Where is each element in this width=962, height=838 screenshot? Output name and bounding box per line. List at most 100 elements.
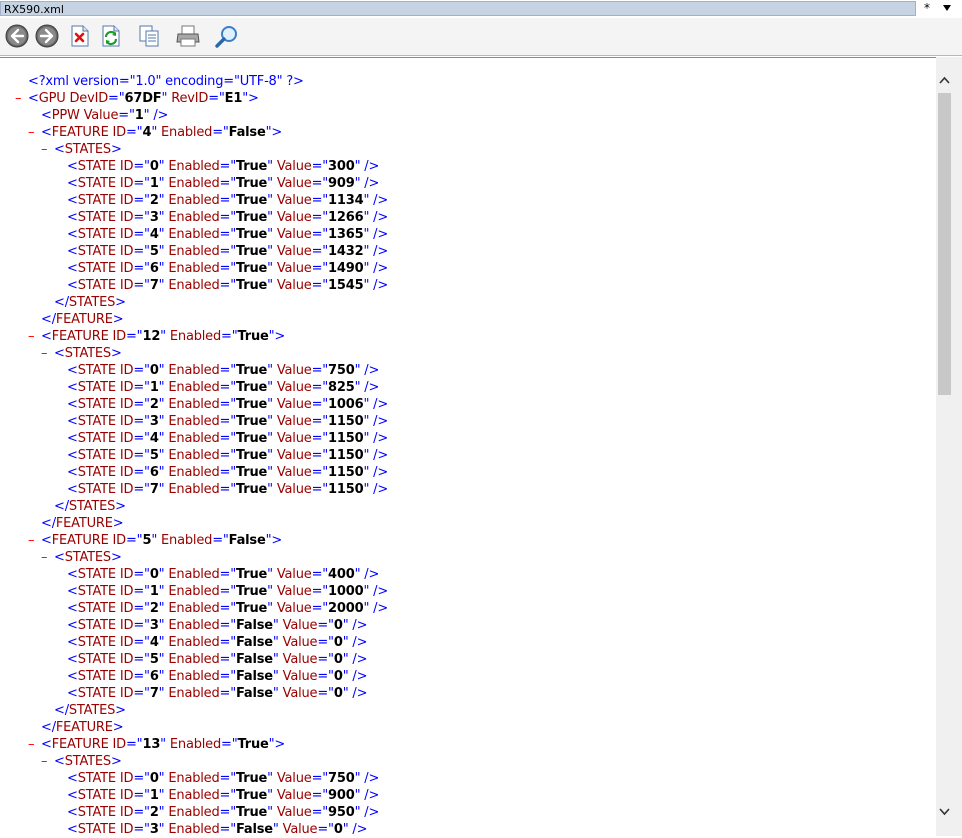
tag-bracket: /> <box>369 397 389 412</box>
collapse-toggle-icon[interactable]: – <box>41 549 54 566</box>
tag-bracket: /> <box>348 686 368 701</box>
printer-icon <box>176 25 200 47</box>
attribute-name: ID <box>115 159 134 174</box>
states-close-tag: </STATES> <box>41 294 126 311</box>
attribute-name: Value <box>278 652 318 667</box>
tag-bracket: > <box>274 737 286 752</box>
attribute-name: ID <box>115 210 134 225</box>
scroll-up-icon[interactable] <box>936 71 953 89</box>
copy-button[interactable] <box>137 24 163 50</box>
attribute-value: False <box>236 618 273 633</box>
tag-bracket: /> <box>360 788 380 803</box>
tag-name: STATES <box>68 499 116 514</box>
attribute-name: Enabled <box>164 618 220 633</box>
attribute-name: ID <box>115 261 134 276</box>
attribute-value: 4 <box>142 125 152 140</box>
attribute-value: True <box>237 737 269 752</box>
attribute-value: True <box>236 414 268 429</box>
attribute-value: True <box>236 193 268 208</box>
collapse-toggle-icon[interactable]: – <box>28 124 41 141</box>
tag-name: STATE <box>77 431 116 446</box>
tag-bracket: < <box>67 210 78 225</box>
print-button[interactable] <box>175 24 201 50</box>
attribute-equals: =" <box>219 805 237 820</box>
tag-bracket: /> <box>348 618 368 633</box>
title-controls[interactable]: * <box>918 1 962 16</box>
collapse-toggle-icon[interactable]: – <box>28 736 41 753</box>
tag-bracket: /> <box>369 244 389 259</box>
dropdown-arrow-icon[interactable] <box>943 5 951 11</box>
attribute-value: 1490 <box>328 261 364 276</box>
attribute-name: Enabled <box>164 482 220 497</box>
state-element: <STATE ID="0" Enabled="True" Value="400"… <box>54 566 379 583</box>
attribute-equals: =" <box>221 737 238 752</box>
scroll-down-icon[interactable] <box>936 803 953 821</box>
tag-name: STATE <box>77 618 116 633</box>
attribute-equals: =" <box>133 465 150 480</box>
tag-bracket: > <box>110 550 122 565</box>
attribute-value: 0 <box>149 363 159 378</box>
collapse-toggle-icon[interactable]: – <box>28 532 41 549</box>
attribute-value: 1 <box>149 788 159 803</box>
collapse-toggle-icon[interactable]: – <box>28 328 41 345</box>
attribute-name: ID <box>115 635 134 650</box>
attribute-name: ID <box>115 244 134 259</box>
find-button[interactable] <box>214 24 240 50</box>
attribute-value: 750 <box>328 363 355 378</box>
attribute-equals: =" <box>219 686 237 701</box>
tag-name: STATE <box>77 397 116 412</box>
collapse-toggle-icon[interactable]: – <box>41 141 54 158</box>
attribute-value: 1 <box>149 380 159 395</box>
attribute-equals: =" <box>219 652 237 667</box>
attribute-name: Value <box>272 261 312 276</box>
state-element: <STATE ID="6" Enabled="True" Value="1150… <box>54 464 388 481</box>
tag-bracket: /> <box>369 584 389 599</box>
attribute-name: Value <box>272 380 312 395</box>
tag-name: FEATURE <box>51 533 109 548</box>
attribute-name: ID <box>115 193 134 208</box>
attribute-name: Enabled <box>165 737 222 752</box>
attribute-equals: =" <box>133 805 150 820</box>
attribute-name: ID <box>115 448 134 463</box>
attribute-value: 0 <box>149 771 159 786</box>
attribute-value: True <box>236 159 268 174</box>
collapse-toggle-icon[interactable]: – <box>41 753 54 770</box>
tag-bracket: < <box>67 618 78 633</box>
attribute-equals: =" <box>311 227 329 242</box>
tag-bracket: < <box>67 601 78 616</box>
state-element: <STATE ID="4" Enabled="False" Value="0" … <box>54 634 367 651</box>
tag-bracket: > <box>110 142 122 157</box>
tag-name: STATE <box>77 448 116 463</box>
attribute-name: DevID <box>65 91 109 106</box>
collapse-toggle-icon[interactable]: – <box>41 345 54 362</box>
collapse-toggle-icon[interactable]: – <box>15 90 28 107</box>
attribute-value: 300 <box>328 159 355 174</box>
title-bar: RX590.xml * <box>0 0 962 18</box>
attribute-name: Value <box>272 193 312 208</box>
attribute-value: 909 <box>328 176 355 191</box>
attribute-name: ID <box>108 737 127 752</box>
scroll-thumb[interactable] <box>938 93 951 395</box>
vertical-scrollbar[interactable] <box>936 57 962 836</box>
state-element: <STATE ID="4" Enabled="True" Value="1365… <box>54 226 388 243</box>
back-button[interactable] <box>5 24 31 50</box>
attribute-name: ID <box>115 227 134 242</box>
attribute-name: ID <box>108 329 127 344</box>
feature-close-tag: </FEATURE> <box>28 719 124 736</box>
attribute-name: Value <box>272 244 312 259</box>
state-element: <STATE ID="5" Enabled="True" Value="1150… <box>54 447 388 464</box>
attribute-name: Enabled <box>164 805 220 820</box>
tag-name: FEATURE <box>55 312 113 327</box>
asterisk-icon[interactable]: * <box>924 1 930 16</box>
attribute-value: 1000 <box>328 584 364 599</box>
attribute-equals: =" <box>219 822 237 837</box>
tag-name: STATE <box>77 363 116 378</box>
attribute-name: Enabled <box>164 771 220 786</box>
attribute-equals: =" <box>219 771 237 786</box>
attribute-equals: =" <box>108 91 125 106</box>
gpu-element: – <GPU DevID="67DF" RevID="E1"> <box>15 90 259 107</box>
stop-button[interactable] <box>68 24 94 50</box>
attribute-value: True <box>236 584 268 599</box>
refresh-button[interactable] <box>99 24 125 50</box>
forward-button[interactable] <box>35 24 61 50</box>
